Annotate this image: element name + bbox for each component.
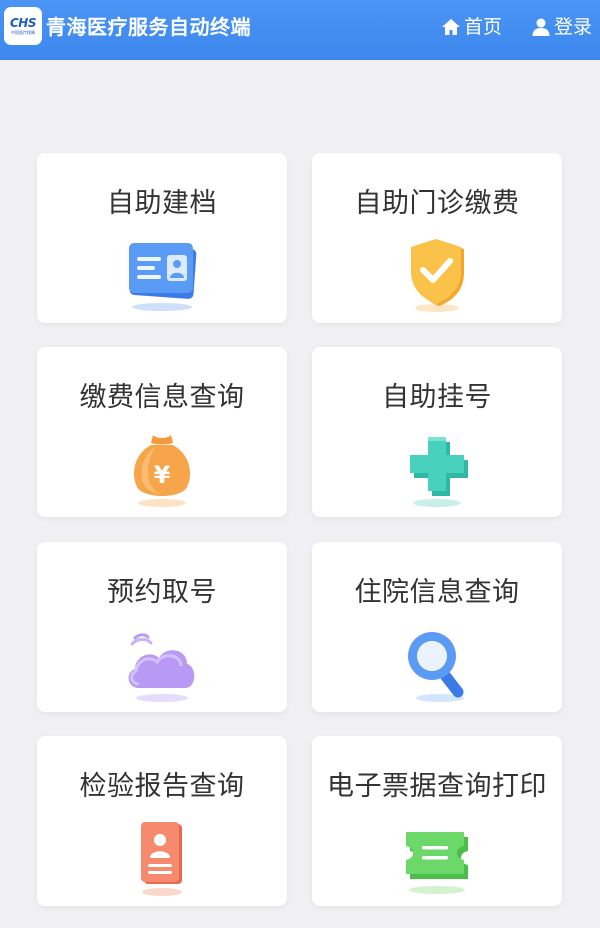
report-icon	[117, 818, 207, 898]
app-logo: CHS 中国医疗保障	[4, 7, 42, 45]
app-header: CHS 中国医疗保障 青海医疗服务自动终端 首页 登录	[0, 0, 600, 60]
home-link[interactable]: 首页	[441, 14, 502, 40]
user-icon	[532, 18, 550, 36]
card-outpatient-payment[interactable]: 自助门诊缴费	[312, 153, 562, 323]
ticket-icon	[392, 818, 482, 898]
app-title: 青海医疗服务自动终端	[46, 15, 251, 39]
login-label: 登录	[554, 16, 593, 38]
card-label: 电子票据查询打印	[327, 771, 547, 802]
card-self-appointment[interactable]: 自助挂号	[312, 347, 562, 517]
medical-cross-icon	[392, 429, 482, 509]
card-label: 预约取号	[107, 577, 217, 608]
card-payment-info-query[interactable]: 缴费信息查询 ¥	[37, 347, 287, 517]
home-icon	[442, 19, 460, 35]
card-inpatient-info-query[interactable]: 住院信息查询	[312, 542, 562, 712]
logo-mark: CHS	[10, 16, 37, 30]
card-label: 自助门诊缴费	[354, 188, 520, 219]
cloud-icon	[117, 624, 207, 704]
card-label: 自助挂号	[382, 382, 492, 413]
id-card-icon	[117, 235, 207, 315]
card-appointment-number[interactable]: 预约取号	[37, 542, 287, 712]
card-e-invoice-print[interactable]: 电子票据查询打印	[312, 736, 562, 906]
home-label: 首页	[464, 16, 503, 38]
login-link[interactable]: 登录	[531, 14, 592, 40]
card-label: 住院信息查询	[354, 577, 520, 608]
svg-text:¥: ¥	[154, 461, 171, 489]
magnifier-icon	[392, 624, 482, 704]
logo-subtext: 中国医疗保障	[11, 30, 35, 35]
card-label: 缴费信息查询	[79, 382, 245, 413]
money-bag-icon: ¥	[117, 429, 207, 509]
card-self-registration[interactable]: 自助建档	[37, 153, 287, 323]
shield-check-icon	[392, 235, 482, 315]
card-label: 检验报告查询	[79, 771, 245, 802]
card-lab-report-query[interactable]: 检验报告查询	[37, 736, 287, 906]
card-label: 自助建档	[107, 188, 217, 219]
